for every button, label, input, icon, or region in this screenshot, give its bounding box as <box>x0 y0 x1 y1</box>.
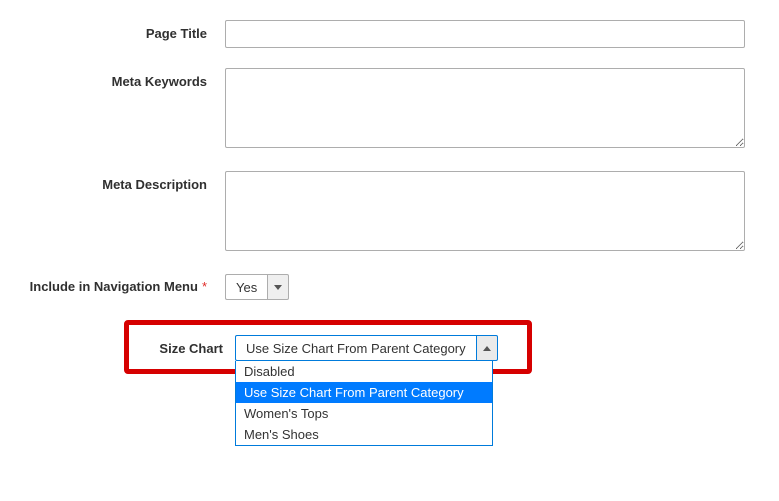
required-icon: * <box>202 279 207 294</box>
page-title-input[interactable] <box>225 20 745 48</box>
field-size-chart: Size Chart Use Size Chart From Parent Ca… <box>143 335 513 361</box>
size-chart-option-mens-shoes[interactable]: Men's Shoes <box>236 424 492 445</box>
label-meta-keywords: Meta Keywords <box>0 68 225 91</box>
size-chart-option-parent[interactable]: Use Size Chart From Parent Category <box>236 382 492 403</box>
field-meta-description: Meta Description <box>0 171 749 254</box>
size-chart-option-disabled[interactable]: Disabled <box>236 361 492 382</box>
field-page-title: Page Title <box>0 20 749 48</box>
field-meta-keywords: Meta Keywords <box>0 68 749 151</box>
form-container: Page Title Meta Keywords Meta Descriptio… <box>0 0 779 394</box>
chevron-down-icon <box>274 285 282 290</box>
label-include-nav-menu: Include in Navigation Menu* <box>0 279 225 296</box>
label-size-chart: Size Chart <box>143 341 235 356</box>
size-chart-value: Use Size Chart From Parent Category <box>235 335 476 361</box>
meta-keywords-textarea[interactable] <box>225 68 745 148</box>
label-page-title: Page Title <box>0 20 225 43</box>
label-meta-description: Meta Description <box>0 171 225 194</box>
meta-description-textarea[interactable] <box>225 171 745 251</box>
chevron-up-icon <box>483 346 491 351</box>
include-nav-menu-value: Yes <box>225 274 267 300</box>
include-nav-menu-select[interactable]: Yes <box>225 274 289 300</box>
size-chart-options: Disabled Use Size Chart From Parent Cate… <box>235 361 493 446</box>
size-chart-select[interactable]: Use Size Chart From Parent Category Disa… <box>235 335 498 361</box>
field-include-nav-menu: Include in Navigation Menu* Yes <box>0 274 749 300</box>
size-chart-highlight: Size Chart Use Size Chart From Parent Ca… <box>124 320 532 374</box>
size-chart-toggle[interactable] <box>476 335 498 361</box>
include-nav-menu-toggle[interactable] <box>267 274 289 300</box>
size-chart-option-womens-tops[interactable]: Women's Tops <box>236 403 492 424</box>
